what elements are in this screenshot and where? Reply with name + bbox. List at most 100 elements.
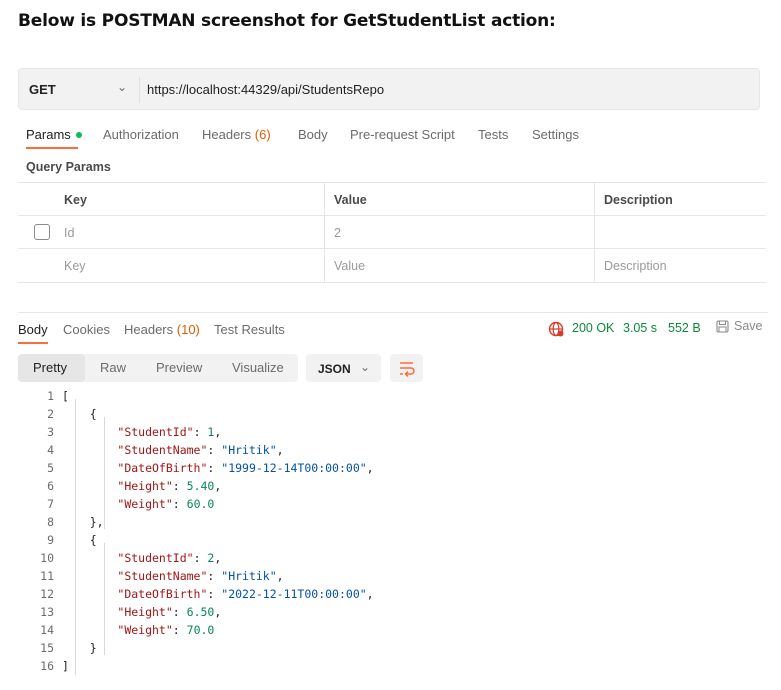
active-tab-underline bbox=[18, 342, 48, 344]
column-divider bbox=[324, 183, 325, 216]
save-response-button[interactable]: Save bbox=[716, 319, 763, 333]
tab-response-body[interactable]: Body bbox=[18, 322, 48, 337]
json-value: 60.0 bbox=[186, 497, 215, 511]
code-text: "Height": 6.50, bbox=[117, 605, 222, 619]
json-value: 70.0 bbox=[186, 623, 215, 637]
request-url-bar: GET ⌄ https://localhost:44329/api/Studen… bbox=[18, 68, 760, 110]
line-number: 10 bbox=[40, 551, 54, 565]
line-number: 8 bbox=[47, 515, 54, 529]
tab-cookies[interactable]: Cookies bbox=[63, 322, 110, 337]
new-value-field[interactable]: Value bbox=[334, 259, 365, 273]
code-text: "StudentId": 2, bbox=[117, 551, 222, 565]
line-number: 9 bbox=[47, 533, 54, 547]
column-header-description: Description bbox=[604, 193, 673, 207]
tab-settings[interactable]: Settings bbox=[532, 127, 579, 142]
new-key-field[interactable]: Key bbox=[64, 259, 86, 273]
json-key: "StudentName" bbox=[117, 443, 208, 457]
format-pretty[interactable]: Pretty bbox=[33, 360, 67, 375]
code-line: 2 { bbox=[18, 407, 718, 424]
response-divider bbox=[18, 312, 768, 313]
column-header-value: Value bbox=[334, 193, 367, 207]
tab-tests[interactable]: Tests bbox=[478, 127, 508, 142]
json-key: "Weight" bbox=[117, 497, 173, 511]
json-key: "StudentId" bbox=[117, 425, 194, 439]
query-params-title: Query Params bbox=[26, 160, 111, 174]
param-value-field[interactable]: 2 bbox=[334, 226, 341, 240]
json-key: "StudentId" bbox=[117, 551, 194, 565]
json-key: "Height" bbox=[117, 479, 173, 493]
tab-body[interactable]: Body bbox=[298, 127, 328, 142]
language-label: JSON bbox=[318, 362, 351, 376]
code-text: "Height": 5.40, bbox=[117, 479, 222, 493]
code-line: 1[ bbox=[18, 389, 718, 406]
json-value: 5.40 bbox=[186, 479, 215, 493]
globe-network-icon[interactable] bbox=[548, 321, 564, 337]
language-select[interactable]: JSON ⌄ bbox=[306, 354, 381, 382]
code-line: 9 { bbox=[18, 533, 718, 550]
json-value: 2 bbox=[207, 551, 215, 565]
json-key: "DateOfBirth" bbox=[117, 587, 208, 601]
column-divider bbox=[324, 249, 325, 282]
line-number: 13 bbox=[40, 605, 54, 619]
code-text: ] bbox=[62, 659, 69, 673]
chevron-down-icon: ⌄ bbox=[360, 360, 371, 374]
tab-headers[interactable]: Headers (6) bbox=[202, 127, 271, 142]
table-header-row: Key Value Description bbox=[18, 182, 766, 216]
chevron-down-icon[interactable]: ⌄ bbox=[117, 80, 127, 94]
param-key-field[interactable]: Id bbox=[64, 226, 74, 240]
code-line: 6 "Height": 5.40, bbox=[18, 479, 718, 496]
code-line: 12 "DateOfBirth": "2022-12-11T00:00:00", bbox=[18, 587, 718, 604]
tab-headers-label: Headers bbox=[202, 127, 252, 142]
param-enabled-checkbox[interactable] bbox=[34, 224, 50, 240]
page-heading: Below is POSTMAN screenshot for GetStude… bbox=[18, 11, 556, 31]
table-row: Id 2 bbox=[18, 215, 766, 249]
code-text: "Weight": 70.0 bbox=[117, 623, 215, 637]
tab-response-headers-count: (10) bbox=[176, 322, 200, 337]
response-time[interactable]: 3.05 s bbox=[623, 321, 657, 335]
format-visualize[interactable]: Visualize bbox=[232, 360, 284, 375]
code-text: }, bbox=[62, 515, 104, 529]
tab-prerequest-script[interactable]: Pre-request Script bbox=[350, 127, 455, 142]
tab-params-label: Params bbox=[26, 127, 71, 142]
tab-authorization[interactable]: Authorization bbox=[103, 127, 179, 142]
json-value: 6.50 bbox=[186, 605, 215, 619]
tab-response-headers[interactable]: Headers (10) bbox=[124, 322, 200, 337]
new-description-field[interactable]: Description bbox=[604, 259, 667, 273]
line-number: 14 bbox=[40, 623, 54, 637]
code-line: 11 "StudentName": "Hritik", bbox=[18, 569, 718, 586]
json-value: 1 bbox=[207, 425, 215, 439]
active-tab-underline bbox=[26, 147, 78, 149]
line-number: 15 bbox=[40, 641, 54, 655]
code-line: 7 "Weight": 60.0 bbox=[18, 497, 718, 514]
status-code[interactable]: 200 OK bbox=[572, 321, 614, 335]
column-divider bbox=[594, 183, 595, 216]
tab-params[interactable]: Params bbox=[26, 127, 82, 142]
line-number: 11 bbox=[40, 569, 54, 583]
tab-response-headers-label: Headers bbox=[124, 322, 174, 337]
json-value: "Hritik" bbox=[221, 569, 277, 583]
format-raw[interactable]: Raw bbox=[100, 360, 126, 375]
format-preview[interactable]: Preview bbox=[156, 360, 202, 375]
response-size[interactable]: 552 B bbox=[668, 321, 701, 335]
line-number: 1 bbox=[47, 389, 54, 403]
code-text: "Weight": 60.0 bbox=[117, 497, 215, 511]
line-number: 2 bbox=[47, 407, 54, 421]
json-value: "1999-12-14T00:00:00" bbox=[221, 461, 367, 475]
code-text: "StudentId": 1, bbox=[117, 425, 222, 439]
line-number: 4 bbox=[47, 443, 54, 457]
wrap-lines-button[interactable] bbox=[390, 354, 423, 382]
code-line: 10 "StudentId": 2, bbox=[18, 551, 718, 568]
active-dot-icon bbox=[75, 131, 82, 138]
tab-headers-count: (6) bbox=[254, 127, 271, 142]
code-text: "StudentName": "Hritik", bbox=[117, 443, 284, 457]
url-input[interactable]: https://localhost:44329/api/StudentsRepo bbox=[147, 82, 384, 97]
tab-test-results[interactable]: Test Results bbox=[214, 322, 285, 337]
line-number: 7 bbox=[47, 497, 54, 511]
code-text: "StudentName": "Hritik", bbox=[117, 569, 284, 583]
code-line: 5 "DateOfBirth": "1999-12-14T00:00:00", bbox=[18, 461, 718, 478]
wrap-icon bbox=[400, 362, 415, 378]
code-line: 4 "StudentName": "Hritik", bbox=[18, 443, 718, 460]
json-value: "Hritik" bbox=[221, 443, 277, 457]
json-key: "DateOfBirth" bbox=[117, 461, 208, 475]
method-select[interactable]: GET bbox=[29, 82, 56, 97]
